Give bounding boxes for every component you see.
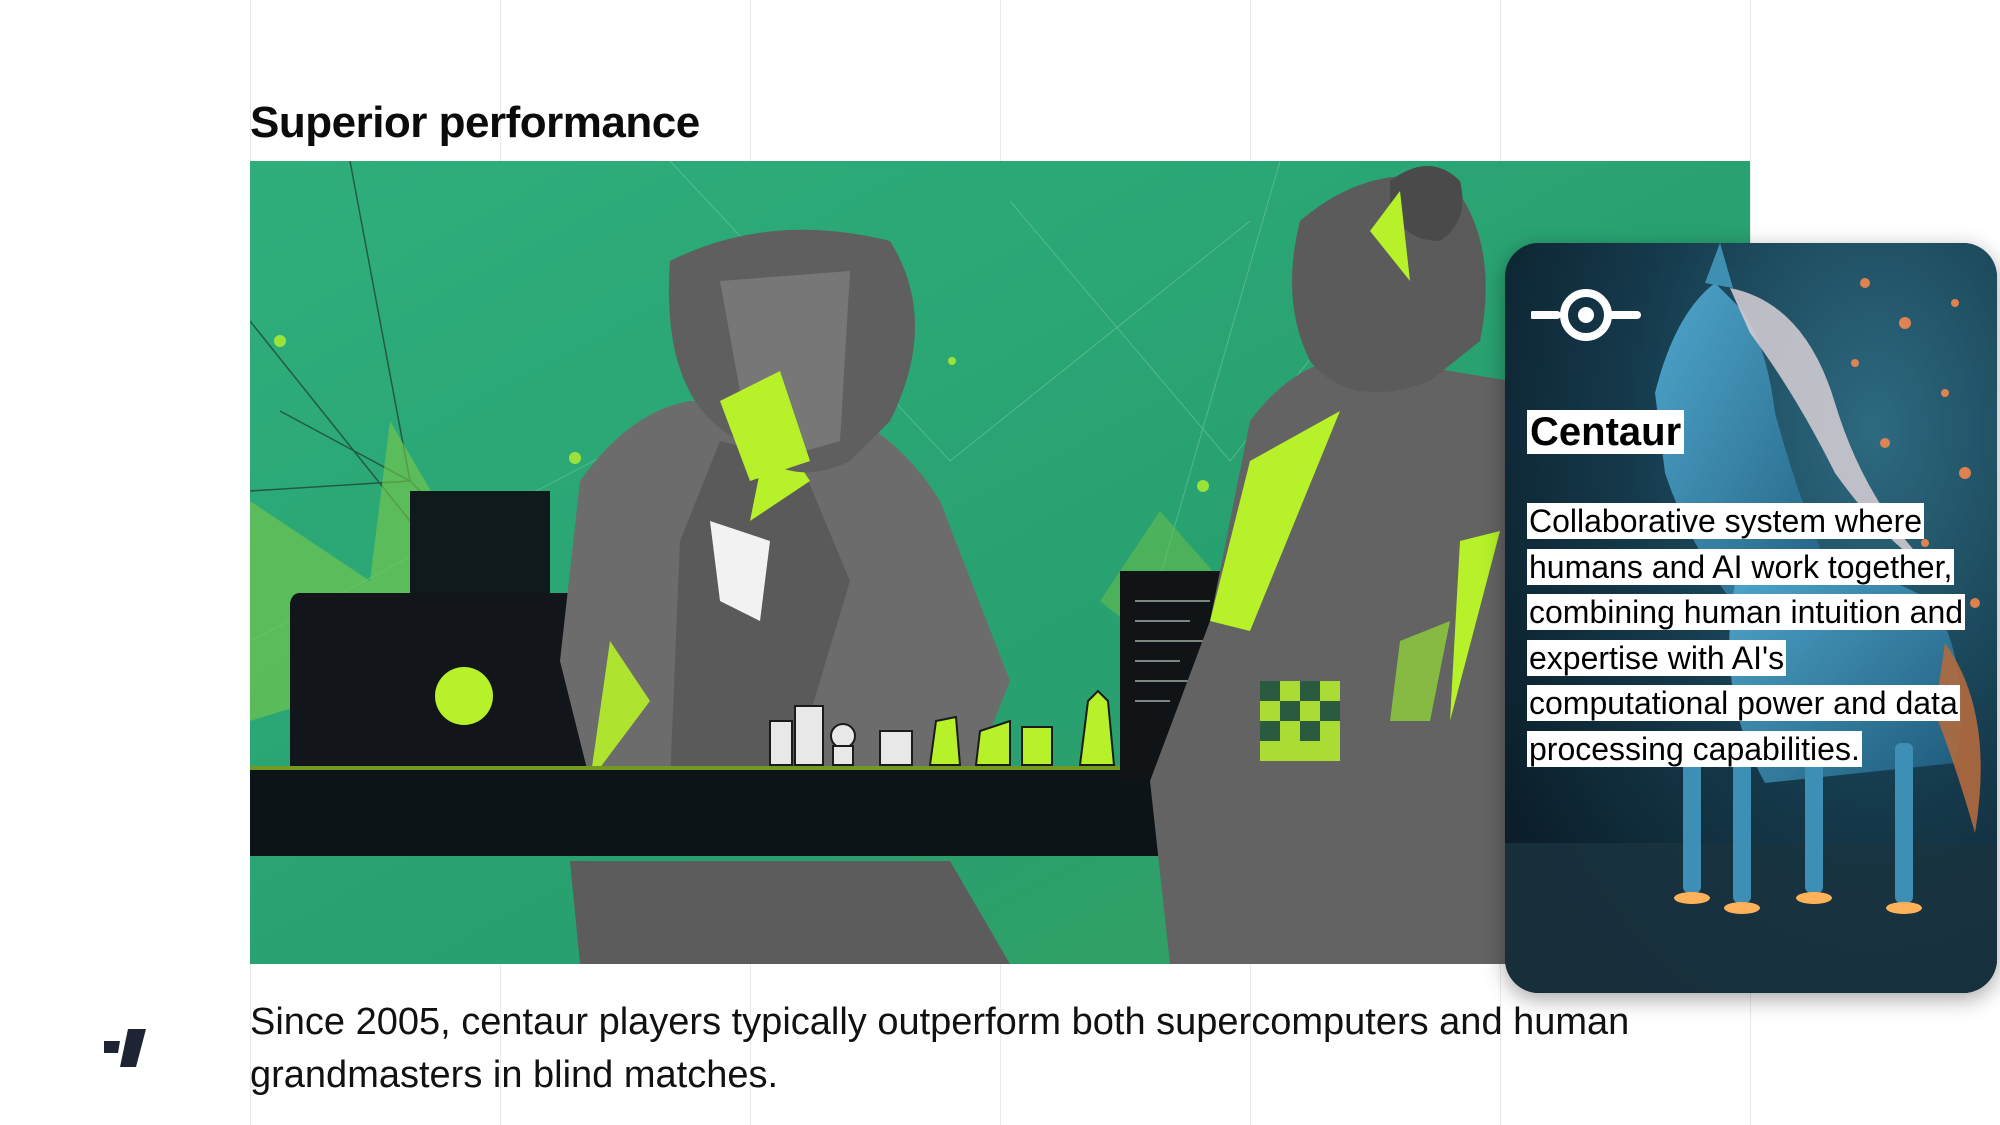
card-description-text: Collaborative system where humans and AI… [1527, 503, 1966, 767]
centaur-logo-icon [1531, 289, 1641, 341]
page-title: Superior performance [250, 98, 700, 147]
card-title: Centaur [1527, 410, 1685, 454]
centaur-card: Centaur Collaborative system where human… [1505, 243, 1997, 993]
caption-text: Since 2005, centaur players typically ou… [250, 1001, 1630, 1096]
card-description: Collaborative system where humans and AI… [1527, 499, 1967, 772]
brand-logo-icon [104, 1029, 146, 1067]
